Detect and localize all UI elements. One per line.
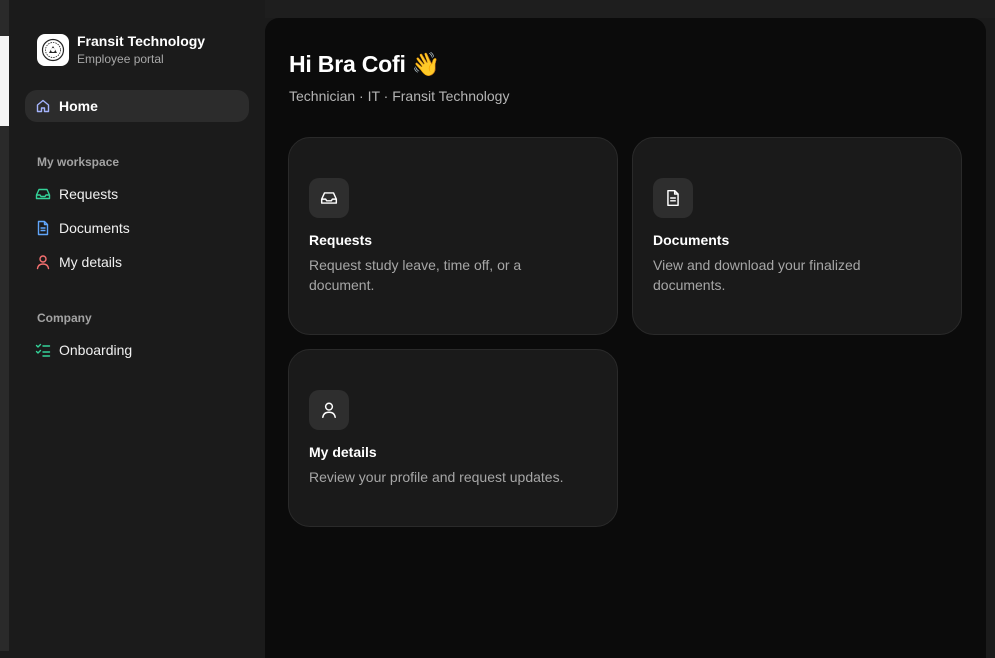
main-content: Hi Bra Cofi 👋 Technician · IT · Fransit …: [265, 18, 986, 658]
card-description: Review your profile and request updates.: [309, 469, 564, 485]
card-description: View and download your finalized documen…: [653, 257, 861, 293]
card-title: Requests: [309, 232, 373, 248]
document-icon: [35, 220, 51, 236]
sidebar-item-label: Requests: [59, 186, 119, 202]
section-label-company: Company: [37, 311, 92, 325]
card-title: My details: [309, 444, 377, 460]
sidebar-item-my-details[interactable]: My details: [25, 248, 249, 276]
checklist-icon: [35, 342, 51, 358]
sidebar-item-label: Home: [59, 98, 98, 114]
company-name: Fransit Technology: [77, 33, 206, 49]
section-label-my-workspace: My workspace: [37, 155, 120, 169]
user-role-line: Technician · IT · Fransit Technology: [289, 88, 510, 104]
company-logo: [37, 34, 69, 66]
portal-subtitle: Employee portal: [77, 52, 164, 66]
sidebar: Fransit Technology Employee portal Home …: [9, 0, 265, 651]
card-description: Request study leave, time off, or a docu…: [309, 257, 522, 293]
document-icon: [653, 178, 693, 218]
sidebar-item-documents[interactable]: Documents: [25, 214, 249, 242]
home-icon: [35, 98, 51, 114]
sidebar-item-onboarding[interactable]: Onboarding: [25, 336, 249, 364]
card-title: Documents: [653, 232, 730, 248]
brand[interactable]: Fransit Technology Employee portal: [37, 33, 205, 67]
user-icon: [35, 254, 51, 270]
sidebar-item-label: Onboarding: [59, 342, 133, 358]
user-icon: [309, 390, 349, 430]
sidebar-item-label: Documents: [59, 220, 130, 236]
page-title: Hi Bra Cofi 👋: [289, 51, 441, 77]
inbox-icon: [309, 178, 349, 218]
sidebar-item-requests[interactable]: Requests: [25, 180, 249, 208]
background-window-edge: [0, 0, 9, 651]
sidebar-item-label: My details: [59, 254, 123, 270]
inbox-icon: [35, 186, 51, 202]
card-requests[interactable]: Requests Request study leave, time off, …: [288, 137, 618, 335]
card-my-details[interactable]: My details Review your profile and reque…: [288, 349, 618, 527]
background-window-peek: [0, 36, 9, 126]
card-documents[interactable]: Documents View and download your finaliz…: [632, 137, 962, 335]
sidebar-item-home[interactable]: Home: [25, 90, 249, 122]
